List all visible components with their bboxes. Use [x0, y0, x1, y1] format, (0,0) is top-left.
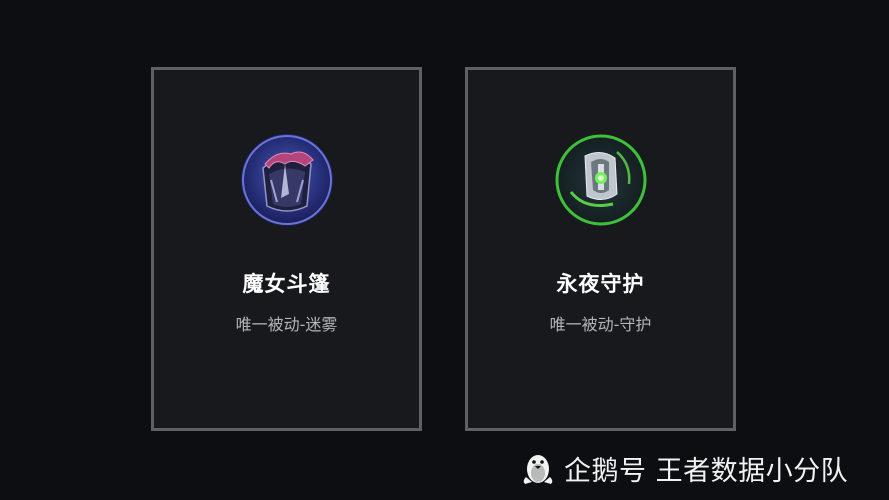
- purple-cloak-icon: [240, 134, 333, 226]
- item-name: 魔女斗篷: [242, 272, 331, 296]
- penguin-icon: [522, 449, 554, 487]
- watermark-text: 企鹅号 王者数据小分队: [564, 455, 849, 487]
- item-card-eternal-night: 永夜守护 唯一被动-守护: [465, 67, 736, 431]
- item-name: 永夜守护: [556, 272, 645, 296]
- item-description: 唯一被动-守护: [549, 315, 652, 334]
- item-description: 唯一被动-迷雾: [235, 315, 338, 334]
- watermark: 企鹅号 王者数据小分队: [522, 446, 848, 490]
- item-card-witch-cloak: 魔女斗篷 唯一被动-迷雾: [151, 67, 422, 431]
- green-armor-icon: [554, 134, 647, 226]
